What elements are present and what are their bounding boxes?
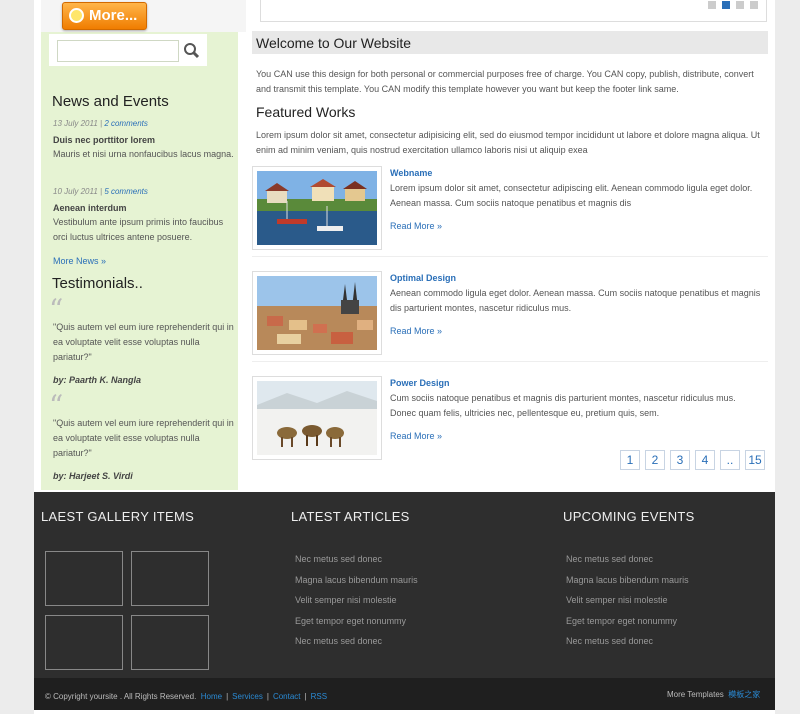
work-thumbnail-1[interactable] — [252, 166, 382, 250]
event-link-5[interactable]: Nec metus sed donec — [566, 636, 653, 646]
footer-link-home[interactable]: Home — [201, 692, 222, 701]
more-templates-label: More Templates — [667, 690, 724, 699]
search-input[interactable] — [57, 40, 179, 62]
testimonial-author-1: by: Paarth K. Nangla — [53, 375, 142, 385]
harbor-image — [257, 171, 377, 245]
work-thumbnail-3[interactable] — [252, 376, 382, 460]
work-text-2: Aenean commodo ligula eget dolor. Aenean… — [390, 288, 761, 313]
article-link-3[interactable]: Velit semper nisi molestie — [295, 595, 397, 605]
news-comments-link[interactable]: 2 comments — [104, 119, 148, 128]
testimonial-author-2: by: Harjeet S. Virdi — [53, 471, 133, 481]
gallery-item[interactable] — [45, 551, 123, 606]
events-heading: UPCOMING EVENTS — [563, 509, 695, 524]
work-text-3: Cum sociis natoque penatibus et magnis d… — [390, 393, 736, 418]
page-link-1[interactable]: 1 — [620, 450, 640, 470]
event-link-3[interactable]: Velit semper nisi molestie — [566, 595, 668, 605]
page-link-3[interactable]: 3 — [670, 450, 690, 470]
testimonials-heading: Testimonials.. — [52, 275, 143, 292]
event-link-4[interactable]: Eget tempor eget nonummy — [566, 616, 677, 626]
more-templates-link[interactable]: 模板之家 — [728, 690, 760, 699]
work-thumbnail-2[interactable] — [252, 271, 382, 355]
news-comments-link[interactable]: 5 comments — [104, 187, 148, 196]
work-title-3[interactable]: Power Design — [390, 378, 450, 388]
quote-icon: “ — [49, 389, 64, 422]
article-link-2[interactable]: Magna lacus bibendum mauris — [295, 575, 418, 585]
read-more-link-1[interactable]: Read More » — [390, 221, 442, 231]
news-text-1: Mauris et nisi urna nonfaucibus lacus ma… — [53, 149, 234, 159]
testimonial-quote-1: "Quis autem vel eum iure reprehenderit q… — [53, 322, 234, 362]
copyright-bar: © Copyright yoursite . All Rights Reserv… — [45, 692, 328, 701]
quote-icon: “ — [49, 293, 64, 326]
more-button[interactable]: More... — [62, 2, 147, 30]
slider-frame — [260, 0, 767, 22]
read-more-link-3[interactable]: Read More » — [390, 431, 442, 441]
read-more-link-2[interactable]: Read More » — [390, 326, 442, 336]
page-link-4[interactable]: 4 — [695, 450, 715, 470]
featured-text: Lorem ipsum dolor sit amet, consectetur … — [256, 130, 760, 155]
news-date-text: 10 July 2011 — [53, 187, 98, 196]
search-icon — [184, 43, 200, 59]
gallery-item[interactable] — [131, 615, 209, 670]
more-templates: More Templates 模板之家 — [667, 689, 760, 700]
article-link-1[interactable]: Nec metus sed donec — [295, 554, 382, 564]
footer-link-contact[interactable]: Contact — [273, 692, 301, 701]
welcome-text: You CAN use this design for both persona… — [256, 69, 754, 94]
city-image — [257, 276, 377, 350]
more-button-label: More... — [89, 7, 138, 24]
testimonial-quote-2: "Quis autem vel eum iure reprehenderit q… — [53, 418, 234, 458]
news-date-2: 10 July 2011 | 5 comments — [53, 187, 148, 196]
camels-image — [257, 381, 377, 455]
divider — [252, 256, 768, 257]
news-title-1: Duis nec porttitor lorem — [53, 135, 156, 145]
divider — [252, 361, 768, 362]
gallery-heading: LAEST GALLERY ITEMS — [41, 509, 195, 524]
page-link-2[interactable]: 2 — [645, 450, 665, 470]
event-link-1[interactable]: Nec metus sed donec — [566, 554, 653, 564]
gallery-item[interactable] — [131, 551, 209, 606]
news-date-text: 13 July 2011 — [53, 119, 98, 128]
slider-dot-active[interactable] — [722, 1, 730, 9]
welcome-title: Welcome to Our Website — [256, 35, 412, 51]
footer-link-rss[interactable]: RSS — [311, 692, 327, 701]
news-title-2: Aenean interdum — [53, 203, 127, 213]
news-date-1: 13 July 2011 | 2 comments — [53, 119, 148, 128]
gallery-item[interactable] — [45, 615, 123, 670]
page-link-last[interactable]: 15 — [745, 450, 765, 470]
copyright-text: © Copyright yoursite . All Rights Reserv… — [45, 692, 197, 701]
footer-link-services[interactable]: Services — [232, 692, 263, 701]
work-title-1[interactable]: Webname — [390, 168, 432, 178]
event-link-2[interactable]: Magna lacus bibendum mauris — [566, 575, 689, 585]
slider-dot[interactable] — [750, 1, 758, 9]
article-link-4[interactable]: Eget tempor eget nonummy — [295, 616, 406, 626]
article-link-5[interactable]: Nec metus sed donec — [295, 636, 382, 646]
page-ellipsis: .. — [720, 450, 740, 470]
featured-title: Featured Works — [256, 104, 356, 120]
sun-icon — [69, 8, 84, 23]
work-title-2[interactable]: Optimal Design — [390, 273, 456, 283]
news-text-2: Vestibulum ante ipsum primis into faucib… — [53, 217, 224, 242]
slider-dot[interactable] — [708, 1, 716, 9]
more-news-link[interactable]: More News » — [53, 254, 238, 269]
news-heading: News and Events — [52, 93, 169, 110]
slider-dot[interactable] — [736, 1, 744, 9]
work-text-1: Lorem ipsum dolor sit amet, consectetur … — [390, 183, 753, 208]
articles-heading: LATEST ARTICLES — [291, 509, 410, 524]
search-button[interactable] — [181, 40, 203, 62]
